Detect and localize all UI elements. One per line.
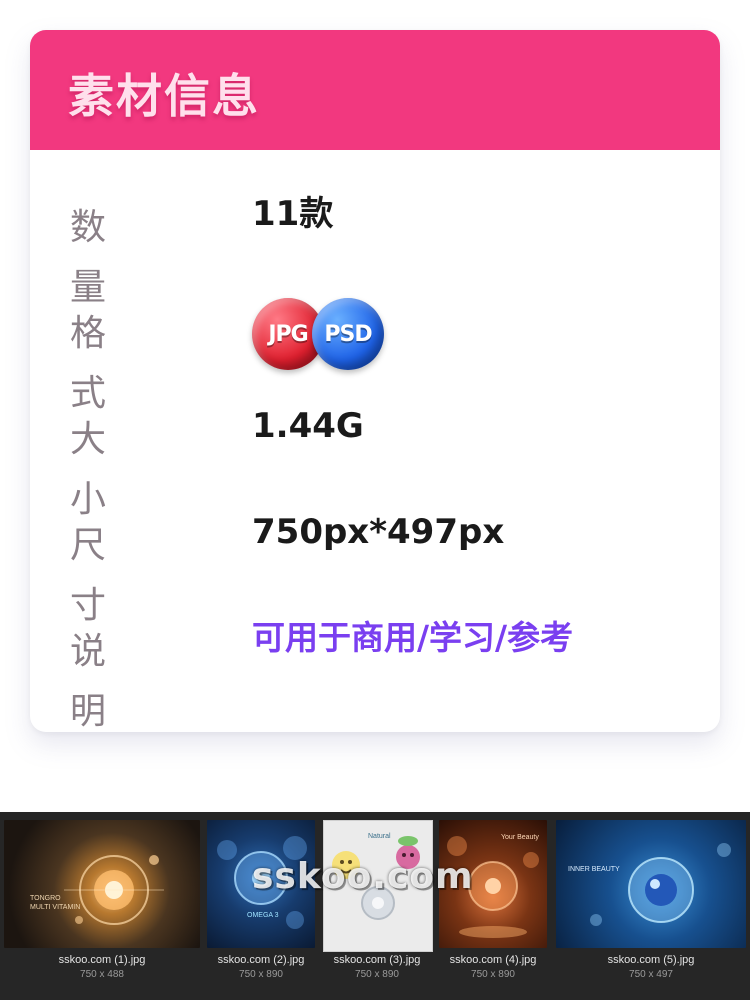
file-name[interactable]: sskoo.com (5).jpg xyxy=(556,954,746,966)
thumbnail-caption: Natural xyxy=(368,833,391,840)
file-browser-strip: TONGRO MULTI VITAMIN OMEGA 3 Natural You… xyxy=(0,812,750,1000)
row-label: 说明 xyxy=(70,631,107,732)
thumbnail-caption: OMEGA 3 xyxy=(247,912,279,919)
file-dimensions: 750 x 890 xyxy=(239,969,283,980)
row-value: 可用于商用/学习/参考 xyxy=(252,618,574,657)
file-dimensions: 750 x 890 xyxy=(471,969,515,980)
file-dimensions: 750 x 488 xyxy=(80,969,124,980)
inner-beauty-orb-icon xyxy=(590,843,731,926)
file-thumbnail[interactable]: TONGRO MULTI VITAMIN xyxy=(4,820,200,948)
file-dimensions: 750 x 497 xyxy=(629,969,673,980)
thumbnail-caption: TONGRO MULTI VITAMIN xyxy=(30,895,81,911)
row-label: 数量 xyxy=(70,207,107,308)
card-title: 素材信息 xyxy=(68,69,260,123)
row-value: 1.44G xyxy=(252,406,364,446)
row-value: 750px*497px xyxy=(252,512,505,552)
row-label: 格式 xyxy=(70,313,107,414)
psd-format-icon: PSD xyxy=(312,298,384,370)
thumbnail-caption: Your Beauty xyxy=(501,834,539,841)
file-name[interactable]: sskoo.com (2).jpg xyxy=(207,954,315,966)
row-value: 11款 xyxy=(252,194,334,234)
row-label: 大小 xyxy=(70,419,107,520)
row-label: 尺寸 xyxy=(70,525,107,626)
thumbnail-caption: INNER BEAUTY xyxy=(568,866,620,873)
card-header: 素材信息 xyxy=(30,30,720,150)
file-thumbnail[interactable]: INNER BEAUTY xyxy=(556,820,746,948)
vitamin-orb-icon xyxy=(64,855,164,925)
watermark: sskoo.com xyxy=(252,856,474,897)
file-name[interactable]: sskoo.com (4).jpg xyxy=(439,954,547,966)
file-name[interactable]: sskoo.com (1).jpg xyxy=(4,954,200,966)
file-name[interactable]: sskoo.com (3).jpg xyxy=(323,954,431,966)
file-dimensions: 750 x 890 xyxy=(355,969,399,980)
material-info-card: 素材信息 数量 11款 格式 JPG PSD 大小 1.44G 尺寸 750px… xyxy=(30,30,720,732)
